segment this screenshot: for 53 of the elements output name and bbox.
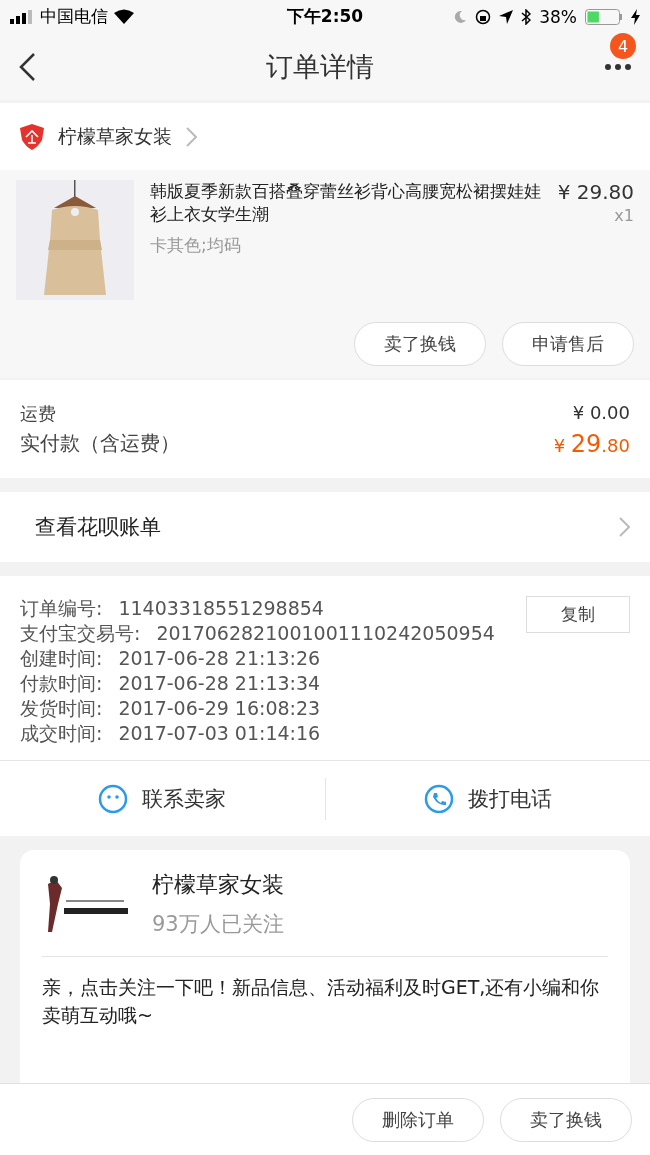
contact-button[interactable]: 联系卖家 <box>0 761 325 836</box>
battery-percent: 38% <box>539 6 577 27</box>
copy-button[interactable]: 复制 <box>526 596 630 633</box>
info-label: 订单编号: <box>20 596 103 621</box>
shipping-fee: ¥ 0.00 <box>571 402 630 425</box>
clock-time: 下午2:50 <box>286 5 364 28</box>
battery-icon <box>585 8 623 25</box>
info-label: 付款时间: <box>20 671 103 696</box>
more-icon[interactable] <box>604 62 632 71</box>
product-price: ¥ 29.80 <box>557 180 634 204</box>
product-title[interactable]: 韩版夏季新款百搭叠穿蕾丝衫背心高腰宽松裙摆娃娃衫上衣女学生潮 <box>150 180 542 226</box>
chevron-right-icon <box>619 517 630 537</box>
back-icon[interactable] <box>18 51 36 82</box>
product-quantity: x1 <box>614 206 634 225</box>
chat-face-icon <box>98 783 129 814</box>
paid-label: 实付款（含运费） <box>20 430 181 457</box>
info-label: 发货时间: <box>20 696 103 721</box>
bluetooth-icon <box>521 8 532 25</box>
info-label: 创建时间: <box>20 646 103 671</box>
moon-icon <box>453 9 468 24</box>
shipping-label: 运费 <box>20 402 57 426</box>
charging-bolt-icon <box>631 8 640 25</box>
rotation-lock-icon <box>475 8 492 25</box>
info-value: 11403318551298854 <box>118 596 324 621</box>
info-label: 成交时间: <box>20 721 103 746</box>
shield-icon <box>20 123 44 150</box>
follow-message: 亲，点击关注一下吧！新品信息、活动福利及时GET,还有小编和你卖萌互动哦~ <box>42 975 601 1028</box>
info-label: 支付宝交易号: <box>20 621 141 646</box>
bill-link-row[interactable]: 查看花呗账单 <box>0 492 650 562</box>
shop-name[interactable]: 柠檬草家女装 <box>58 123 172 150</box>
action-button[interactable]: 卖了换钱 <box>500 1097 632 1142</box>
info-value: 2017-07-03 01:14:16 <box>118 721 321 746</box>
page-title: 订单详情 <box>266 49 374 84</box>
wifi-icon <box>114 9 134 24</box>
location-arrow-icon <box>499 9 514 24</box>
bill-link-label: 查看花呗账单 <box>35 514 161 541</box>
paid-amount: ¥ 29.80 <box>553 430 630 458</box>
action-button[interactable]: 卖了换钱 <box>354 322 486 366</box>
product-variant: 卡其色;均码 <box>150 234 242 257</box>
carrier-name: 中国电信 <box>40 5 108 28</box>
info-value: 2017-06-28 21:13:26 <box>118 646 321 671</box>
follower-count: 93万人已关注 <box>152 911 284 938</box>
phone-icon <box>423 783 454 814</box>
info-value: 2017-06-29 16:08:23 <box>118 696 321 721</box>
chevron-right-icon <box>186 126 197 147</box>
info-value: 2017-06-28 21:13:34 <box>118 671 321 696</box>
shop-name: 柠檬草家女装 <box>152 871 284 899</box>
notification-badge: 4 <box>610 33 636 59</box>
info-value: 2017062821001001110242050954 <box>156 621 495 646</box>
signal-icon <box>10 9 34 24</box>
action-button[interactable]: 删除订单 <box>352 1097 484 1142</box>
action-button[interactable]: 申请售后 <box>502 322 634 366</box>
contact-button[interactable]: 拨打电话 <box>325 761 650 836</box>
